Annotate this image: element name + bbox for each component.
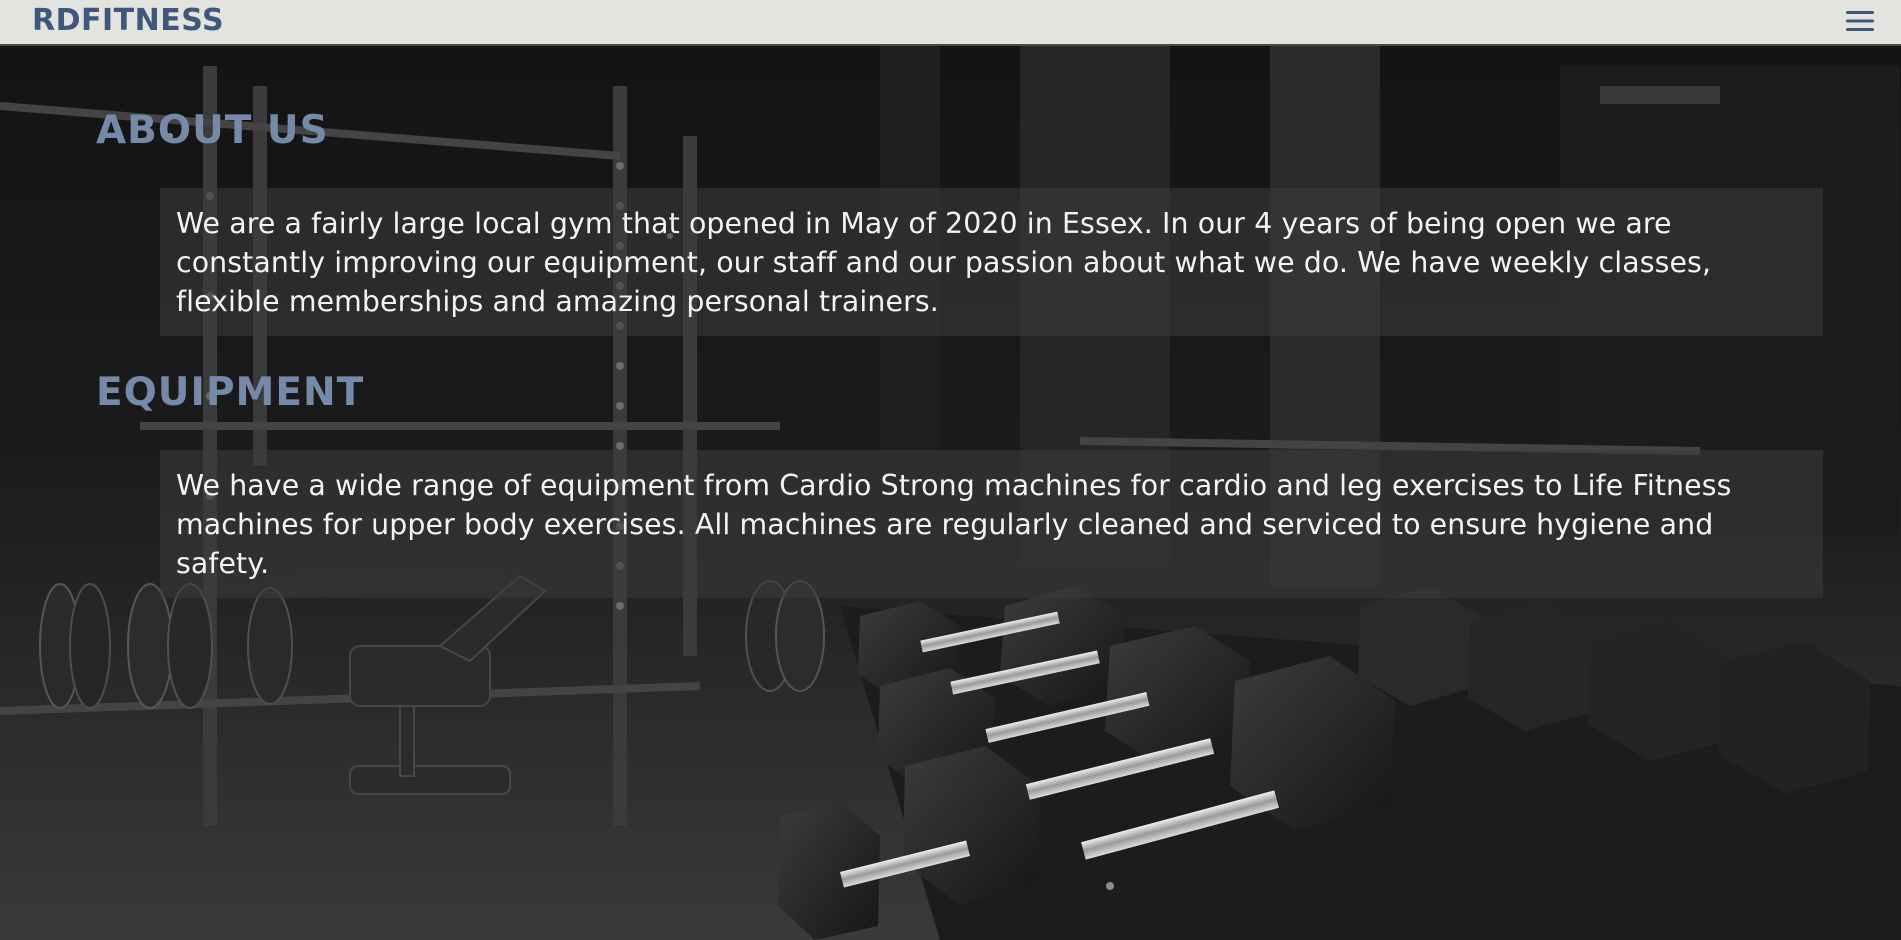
equipment-heading: EQUIPMENT (96, 370, 365, 415)
brand-logo[interactable]: RDFITNESS (32, 4, 224, 38)
about-us-text: We are a fairly large local gym that ope… (176, 207, 1712, 318)
about-us-heading: ABOUT US (96, 108, 329, 153)
navbar: RDFITNESS (0, 0, 1901, 46)
about-us-panel: We are a fairly large local gym that ope… (160, 188, 1823, 336)
equipment-panel: We have a wide range of equipment from C… (160, 450, 1823, 598)
equipment-text: We have a wide range of equipment from C… (176, 469, 1732, 580)
hamburger-menu-icon (1846, 11, 1874, 31)
hamburger-menu-button[interactable] (1845, 6, 1875, 36)
